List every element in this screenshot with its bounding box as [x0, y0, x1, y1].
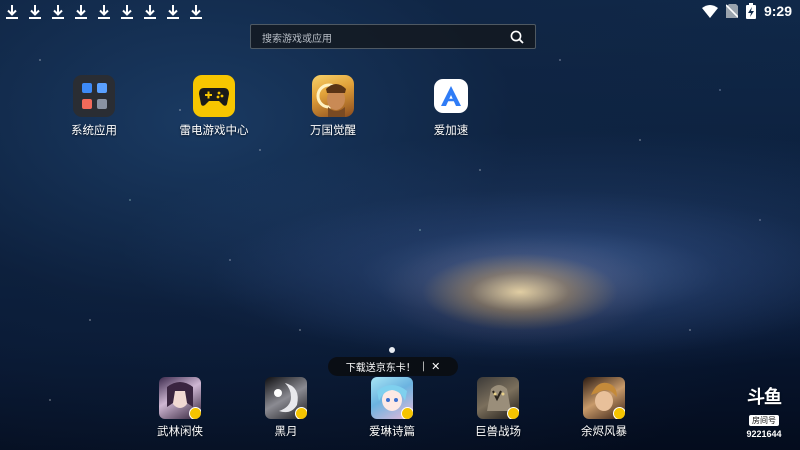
close-icon[interactable]: ✕ [431, 360, 440, 373]
dock-app-label: 黑月 [274, 424, 298, 438]
promo-text: 下载送京东卡！ [345, 363, 416, 374]
game-icon [159, 377, 201, 419]
accelerator-a-icon [434, 79, 468, 113]
download-icon[interactable] [92, 3, 115, 21]
app-label: 爱加速 [433, 123, 469, 137]
dock-app-label: 巨兽战场 [475, 424, 521, 438]
douyu-watermark: 斗鱼 房间号 9221644 [740, 387, 788, 440]
search-placeholder: 搜索游戏或应用 [262, 34, 332, 45]
download-icon[interactable] [23, 3, 46, 21]
app-label: 万国觉醒 [310, 123, 356, 137]
app-label: 系统应用 [71, 123, 117, 137]
app-system-apps[interactable]: 系统应用 [44, 75, 144, 138]
dock-app-yujin-fengbao[interactable]: 余烬风暴 [559, 377, 649, 439]
dock-app-heiyue[interactable]: 黑月 [241, 377, 331, 439]
dock-app-wulin-xianxia[interactable]: 武林闲侠 [135, 377, 225, 439]
wifi-icon [701, 4, 718, 18]
app-wanguo-juexing[interactable]: 万国觉醒 [283, 75, 383, 138]
promo-banner[interactable]: 下载送京东卡！ | ✕ [328, 357, 458, 376]
app-label: 雷电游戏中心 [179, 123, 249, 137]
game-icon [583, 377, 625, 419]
game-badge [401, 407, 413, 419]
room-number: 9221644 [746, 429, 782, 439]
game-icon [371, 377, 413, 419]
dock-app-jushou-zhanchang[interactable]: 巨兽战场 [453, 377, 543, 439]
download-icon[interactable] [46, 3, 69, 21]
download-icon[interactable] [138, 3, 161, 21]
system-tray: 9:29 [701, 3, 792, 19]
game-warrior-icon [312, 75, 354, 117]
game-icon [265, 377, 307, 419]
dock-app-label: 余烬风暴 [581, 424, 627, 438]
status-bar: 9:29 [0, 0, 800, 26]
game-badge [295, 407, 307, 419]
download-icon[interactable] [184, 3, 207, 21]
notification-icons [0, 3, 207, 21]
app-aijiasu[interactable]: 爱加速 [401, 75, 501, 138]
battery-charging-icon [745, 3, 756, 19]
room-tag: 房间号 [749, 415, 779, 426]
no-sim-icon [725, 4, 738, 18]
gamepad-icon [193, 75, 235, 117]
system-apps-folder-icon [73, 75, 115, 117]
game-icon [477, 377, 519, 419]
game-badge [189, 407, 201, 419]
clock: 9:29 [763, 3, 792, 19]
dock-app-ailin-shipian[interactable]: 爱琳诗篇 [347, 377, 437, 439]
app-leidian-game-center[interactable]: 雷电游戏中心 [164, 75, 264, 138]
promo-separator: | [421, 361, 426, 372]
dock-app-label: 武林闲侠 [157, 424, 203, 438]
download-icon[interactable] [69, 3, 92, 21]
search-icon[interactable] [510, 30, 524, 44]
download-icon[interactable] [115, 3, 138, 21]
douyu-logo: 斗鱼 [747, 387, 782, 408]
page-indicator-dot [389, 347, 395, 353]
game-badge [613, 407, 625, 419]
download-icon[interactable] [0, 3, 23, 21]
download-icon[interactable] [161, 3, 184, 21]
search-input[interactable]: 搜索游戏或应用 [250, 24, 536, 49]
game-badge [507, 407, 519, 419]
dock-app-label: 爱琳诗篇 [369, 424, 415, 438]
